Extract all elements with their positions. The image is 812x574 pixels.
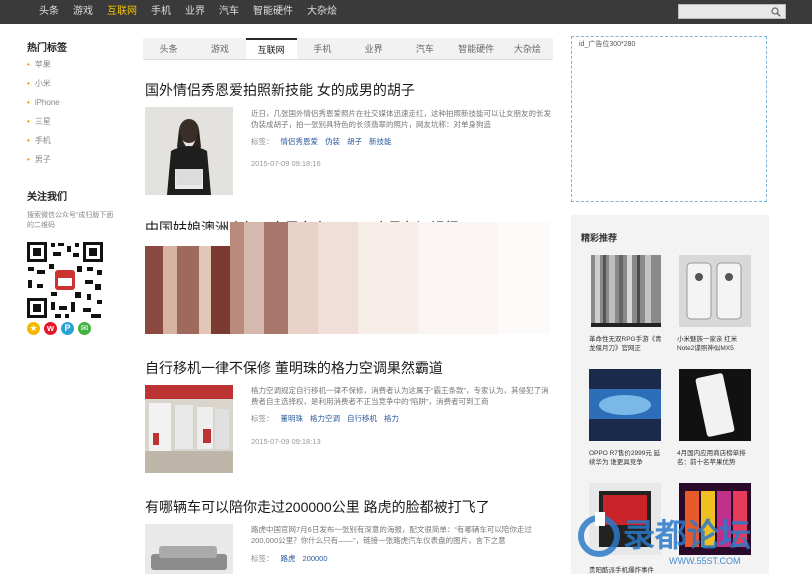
hot-tag[interactable]: 小米 <box>27 79 60 98</box>
top-nav-item-youxi[interactable]: 游戏 <box>66 0 100 24</box>
hot-tag[interactable]: 三星 <box>27 117 60 136</box>
article-tag[interactable]: 胡子 <box>347 137 362 146</box>
article-date: 2015-07-09 09:18:16 <box>251 159 321 168</box>
top-nav-item-shouji[interactable]: 手机 <box>144 0 178 24</box>
tab-qiche[interactable]: 汽车 <box>399 38 450 59</box>
article-date: 2015-07-09 09:18:13 <box>251 437 321 446</box>
article-tags: 标签： 董明珠 格力空调 自行移机 格力 <box>251 413 399 424</box>
top-nav-item-toutiao[interactable]: 头条 <box>32 0 66 24</box>
tags-label: 标签： <box>251 414 274 423</box>
top-nav-item-hulianwang[interactable]: 互联网 <box>100 0 144 24</box>
article-thumbnail[interactable] <box>145 107 233 195</box>
tab-hulianwang[interactable]: 互联网 <box>245 38 297 59</box>
hot-tag[interactable]: 苹果 <box>27 60 60 79</box>
recommend-caption[interactable]: 4月国内应用商店榜单排名：前十名苹果优势 <box>677 449 753 467</box>
tags-label: 标签： <box>251 137 274 146</box>
top-nav-item-zhineng[interactable]: 智能硬件 <box>246 0 300 24</box>
article-tags: 标签： 情侣秀恩爱 伪装 胡子 新技能 <box>251 136 392 147</box>
watermark-url: WWW.55ST.COM <box>669 556 741 566</box>
site-watermark-logo: 录都论坛 WWW.55ST.COM <box>578 512 751 566</box>
top-nav-item-yejie[interactable]: 业界 <box>178 0 212 24</box>
article-tag[interactable]: 自行移机 <box>347 414 377 423</box>
article-title[interactable]: 自行移机一律不保修 董明珠的格力空调果然霸道 <box>145 358 443 378</box>
qzone-star-icon[interactable]: ★ <box>27 322 40 335</box>
article-tag[interactable]: 路虎 <box>281 554 296 563</box>
social-links: ★ w P ✉ <box>27 322 91 335</box>
image-glitch-streak <box>230 222 550 334</box>
top-nav-item-qiche[interactable]: 汽车 <box>212 0 246 24</box>
recommend-image[interactable] <box>591 255 661 327</box>
search-icon[interactable] <box>771 7 781 17</box>
article-tag[interactable]: 董明珠 <box>281 414 304 423</box>
hot-tags-list: 苹果 小米 iPhone 三星 手机 男子 <box>27 60 60 174</box>
weibo-icon[interactable]: w <box>44 322 57 335</box>
hot-tag[interactable]: iPhone <box>27 98 60 117</box>
follow-us-title: 关注我们 <box>27 192 67 203</box>
follow-us-description: 搜索微信公众号“成归版下面的二维码 <box>27 212 114 229</box>
tab-zhineng[interactable]: 智能硬件 <box>451 38 502 59</box>
ad-label: id_广告位300*280 <box>579 41 636 48</box>
article-tag[interactable]: 格力 <box>384 414 399 423</box>
recommend-caption[interactable]: OPPO R7售价2999元 延续华为 谁更具竞争 <box>589 449 665 467</box>
recommend-image[interactable] <box>679 255 751 327</box>
article-tag[interactable]: 伪装 <box>325 137 340 146</box>
watermark-text: 录都论坛 <box>623 517 751 553</box>
tab-dazahui[interactable]: 大杂烩 <box>502 38 553 59</box>
top-nav: 头条 游戏 互联网 手机 业界 汽车 智能硬件 大杂烩 <box>32 0 344 24</box>
tab-youxi[interactable]: 游戏 <box>194 38 245 59</box>
article-summary: 路虎中国官网7月6日发布一张别有深意的海报，配文很简单：“有哪辆车可以陪你走过2… <box>251 525 532 545</box>
article-tag[interactable]: 格力空调 <box>310 414 340 423</box>
article-thumbnail[interactable] <box>145 524 233 574</box>
article-tags: 标签： 路虎 200000 <box>251 553 328 564</box>
article-title[interactable]: 有哪辆车可以陪你走过200000公里 路虎的脸都被打飞了 <box>145 497 490 517</box>
article-title[interactable]: 国外情侣秀恩爱拍照新技能 女的成男的胡子 <box>145 80 415 100</box>
top-nav-item-dazahui[interactable]: 大杂烩 <box>300 0 344 24</box>
article-tag[interactable]: 新技能 <box>369 137 392 146</box>
article-tag[interactable]: 情侣秀恩爱 <box>281 137 319 146</box>
top-nav-bar: 头条 游戏 互联网 手机 业界 汽车 智能硬件 大杂烩 <box>0 0 812 24</box>
article-summary: 近日，几张国外情侣秀恩爱照片在社交媒体迅速走红，这种拍照新技能可以让女朋友的长发… <box>251 109 551 129</box>
wechat-icon[interactable]: ✉ <box>78 322 91 335</box>
article-thumbnail[interactable] <box>145 385 233 473</box>
tab-shouji[interactable]: 手机 <box>297 38 348 59</box>
tags-label: 标签： <box>251 554 274 563</box>
recommend-image[interactable] <box>679 369 751 441</box>
search-input[interactable] <box>678 4 786 19</box>
tab-toutiao[interactable]: 头条 <box>143 38 194 59</box>
tencent-weibo-icon[interactable]: P <box>61 322 74 335</box>
article-thumbnail[interactable] <box>145 246 233 334</box>
hot-tags-title: 热门标签 <box>27 43 67 54</box>
ad-slot[interactable]: id_广告位300*280 <box>571 36 767 202</box>
channel-tabs: 头条 游戏 互联网 手机 业界 汽车 智能硬件 大杂烩 <box>143 38 553 60</box>
article-summary: 格力空调规定自行移机一律不保修，消费者认为这属于“霸王条款”，专家认为，其侵犯了… <box>251 386 549 406</box>
tab-yejie[interactable]: 业界 <box>348 38 399 59</box>
recommend-caption[interactable]: 小米魅族一家亲 红米Note2谍照神似MX5 <box>677 335 753 353</box>
recommend-caption[interactable]: 革命性无双RPG手游《青龙偃月刀》官网正 <box>589 335 665 353</box>
wechat-qr-code <box>25 240 105 320</box>
hot-tag[interactable]: 手机 <box>27 136 60 155</box>
article-tag[interactable]: 200000 <box>303 554 328 563</box>
hot-tag[interactable]: 男子 <box>27 155 60 174</box>
recommend-title: 精彩推荐 <box>581 233 618 243</box>
recommend-image[interactable] <box>589 369 661 441</box>
